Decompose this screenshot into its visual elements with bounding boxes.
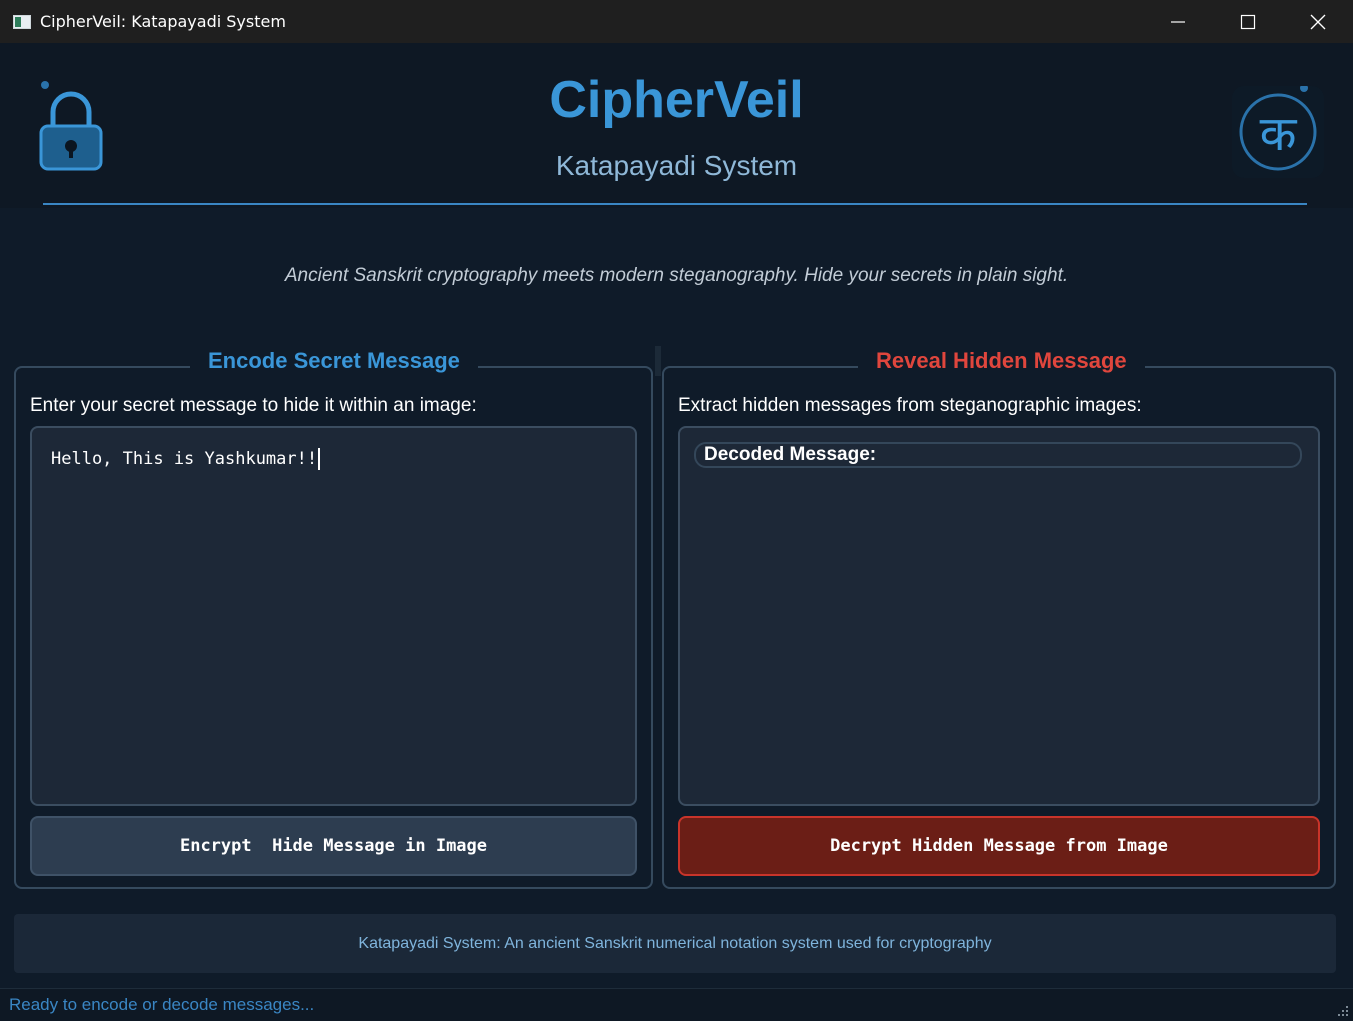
app-subtitle: Katapayadi System: [555, 150, 798, 181]
decrypt-button[interactable]: Decrypt Hidden Message from Image: [678, 816, 1320, 876]
encode-description: Enter your secret message to hide it wit…: [30, 395, 477, 416]
close-button[interactable]: [1283, 0, 1353, 43]
status-bar: Ready to encode or decode messages...: [0, 988, 1353, 1021]
secret-message-text: Hello, This is Yashkumar!!: [51, 448, 321, 470]
secret-message-input[interactable]: Hello, This is Yashkumar!!: [30, 426, 637, 806]
panel-splitter[interactable]: [655, 346, 661, 376]
status-text: Ready to encode or decode messages...: [9, 995, 315, 1014]
maximize-button[interactable]: [1213, 0, 1283, 43]
close-icon: [1310, 14, 1326, 29]
app-title: CipherVeil: [549, 71, 804, 129]
encode-panel-title: Encode Secret Message: [190, 348, 478, 374]
decode-panel: Reveal Hidden Message Extract hidden mes…: [662, 348, 1336, 889]
decoded-message-label: Decoded Message:: [694, 442, 1302, 468]
encrypt-button[interactable]: Encrypt Hide Message in Image: [30, 816, 637, 876]
encode-panel: Encode Secret Message Enter your secret …: [14, 348, 653, 889]
window-title: CipherVeil: Katapayadi System: [40, 12, 286, 31]
info-text: Katapayadi System: An ancient Sanskrit n…: [358, 934, 992, 952]
minimize-button[interactable]: [1143, 0, 1213, 43]
window-titlebar: CipherVeil: Katapayadi System: [0, 0, 1353, 43]
maximize-icon: [1240, 14, 1256, 29]
resize-grip-icon[interactable]: [1337, 1005, 1349, 1017]
decode-description: Extract hidden messages from steganograp…: [678, 395, 1142, 416]
tagline: Ancient Sanskrit cryptography meets mode…: [284, 265, 1069, 286]
window-controls: [1143, 0, 1353, 43]
decode-panel-title: Reveal Hidden Message: [858, 348, 1145, 374]
minimize-icon: [1171, 20, 1185, 23]
decoded-message-output[interactable]: Decoded Message:: [678, 426, 1320, 806]
info-bar: Katapayadi System: An ancient Sanskrit n…: [14, 914, 1336, 973]
secret-message-value: Hello, This is Yashkumar!!: [51, 449, 318, 469]
app-icon: [13, 14, 31, 29]
text-cursor: [318, 448, 321, 470]
header-divider: [43, 203, 1307, 205]
